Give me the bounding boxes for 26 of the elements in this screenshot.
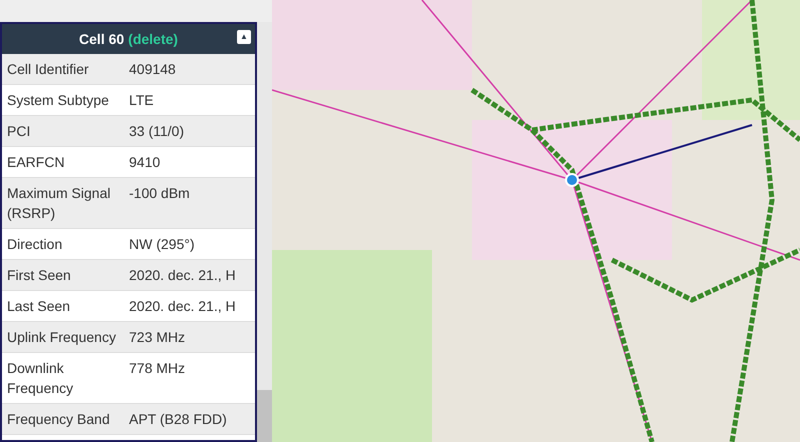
field-value: NW (295°): [128, 235, 194, 254]
panel-title: Cell 60: [79, 30, 124, 48]
field-value: 9410: [128, 153, 160, 172]
field-label: Downlink Frequency: [6, 359, 74, 398]
field-label: First Seen: [6, 266, 72, 285]
field-label: System Subtype: [6, 91, 110, 110]
scrollbar-thumb[interactable]: [257, 390, 272, 442]
field-label: Direction: [6, 235, 64, 254]
field-value: -100 dBm: [128, 184, 190, 203]
delete-link[interactable]: (delete): [128, 28, 178, 50]
field-label: Cell Identifier: [6, 60, 90, 79]
field-label: Maximum Signal (RSRP): [6, 184, 112, 223]
field-label: PCI: [6, 122, 32, 141]
field-value: LTE: [128, 91, 154, 110]
field-value: 2020. dec. 21., H: [128, 297, 236, 316]
field-label: Last Seen: [6, 297, 72, 316]
field-value: 2020. dec. 21., H: [128, 266, 236, 285]
field-value: APT (B28 FDD): [128, 410, 227, 429]
field-value: 409148: [128, 60, 176, 79]
field-label: Uplink Frequency: [6, 328, 117, 347]
collapse-button[interactable]: ▲: [237, 30, 251, 44]
field-value: 778 MHz: [128, 359, 186, 378]
field-label: EARFCN: [6, 153, 66, 172]
field-label: Frequency Band: [6, 410, 111, 429]
field-value: 723 MHz: [128, 328, 186, 347]
field-value: 33 (11/0): [128, 122, 184, 141]
